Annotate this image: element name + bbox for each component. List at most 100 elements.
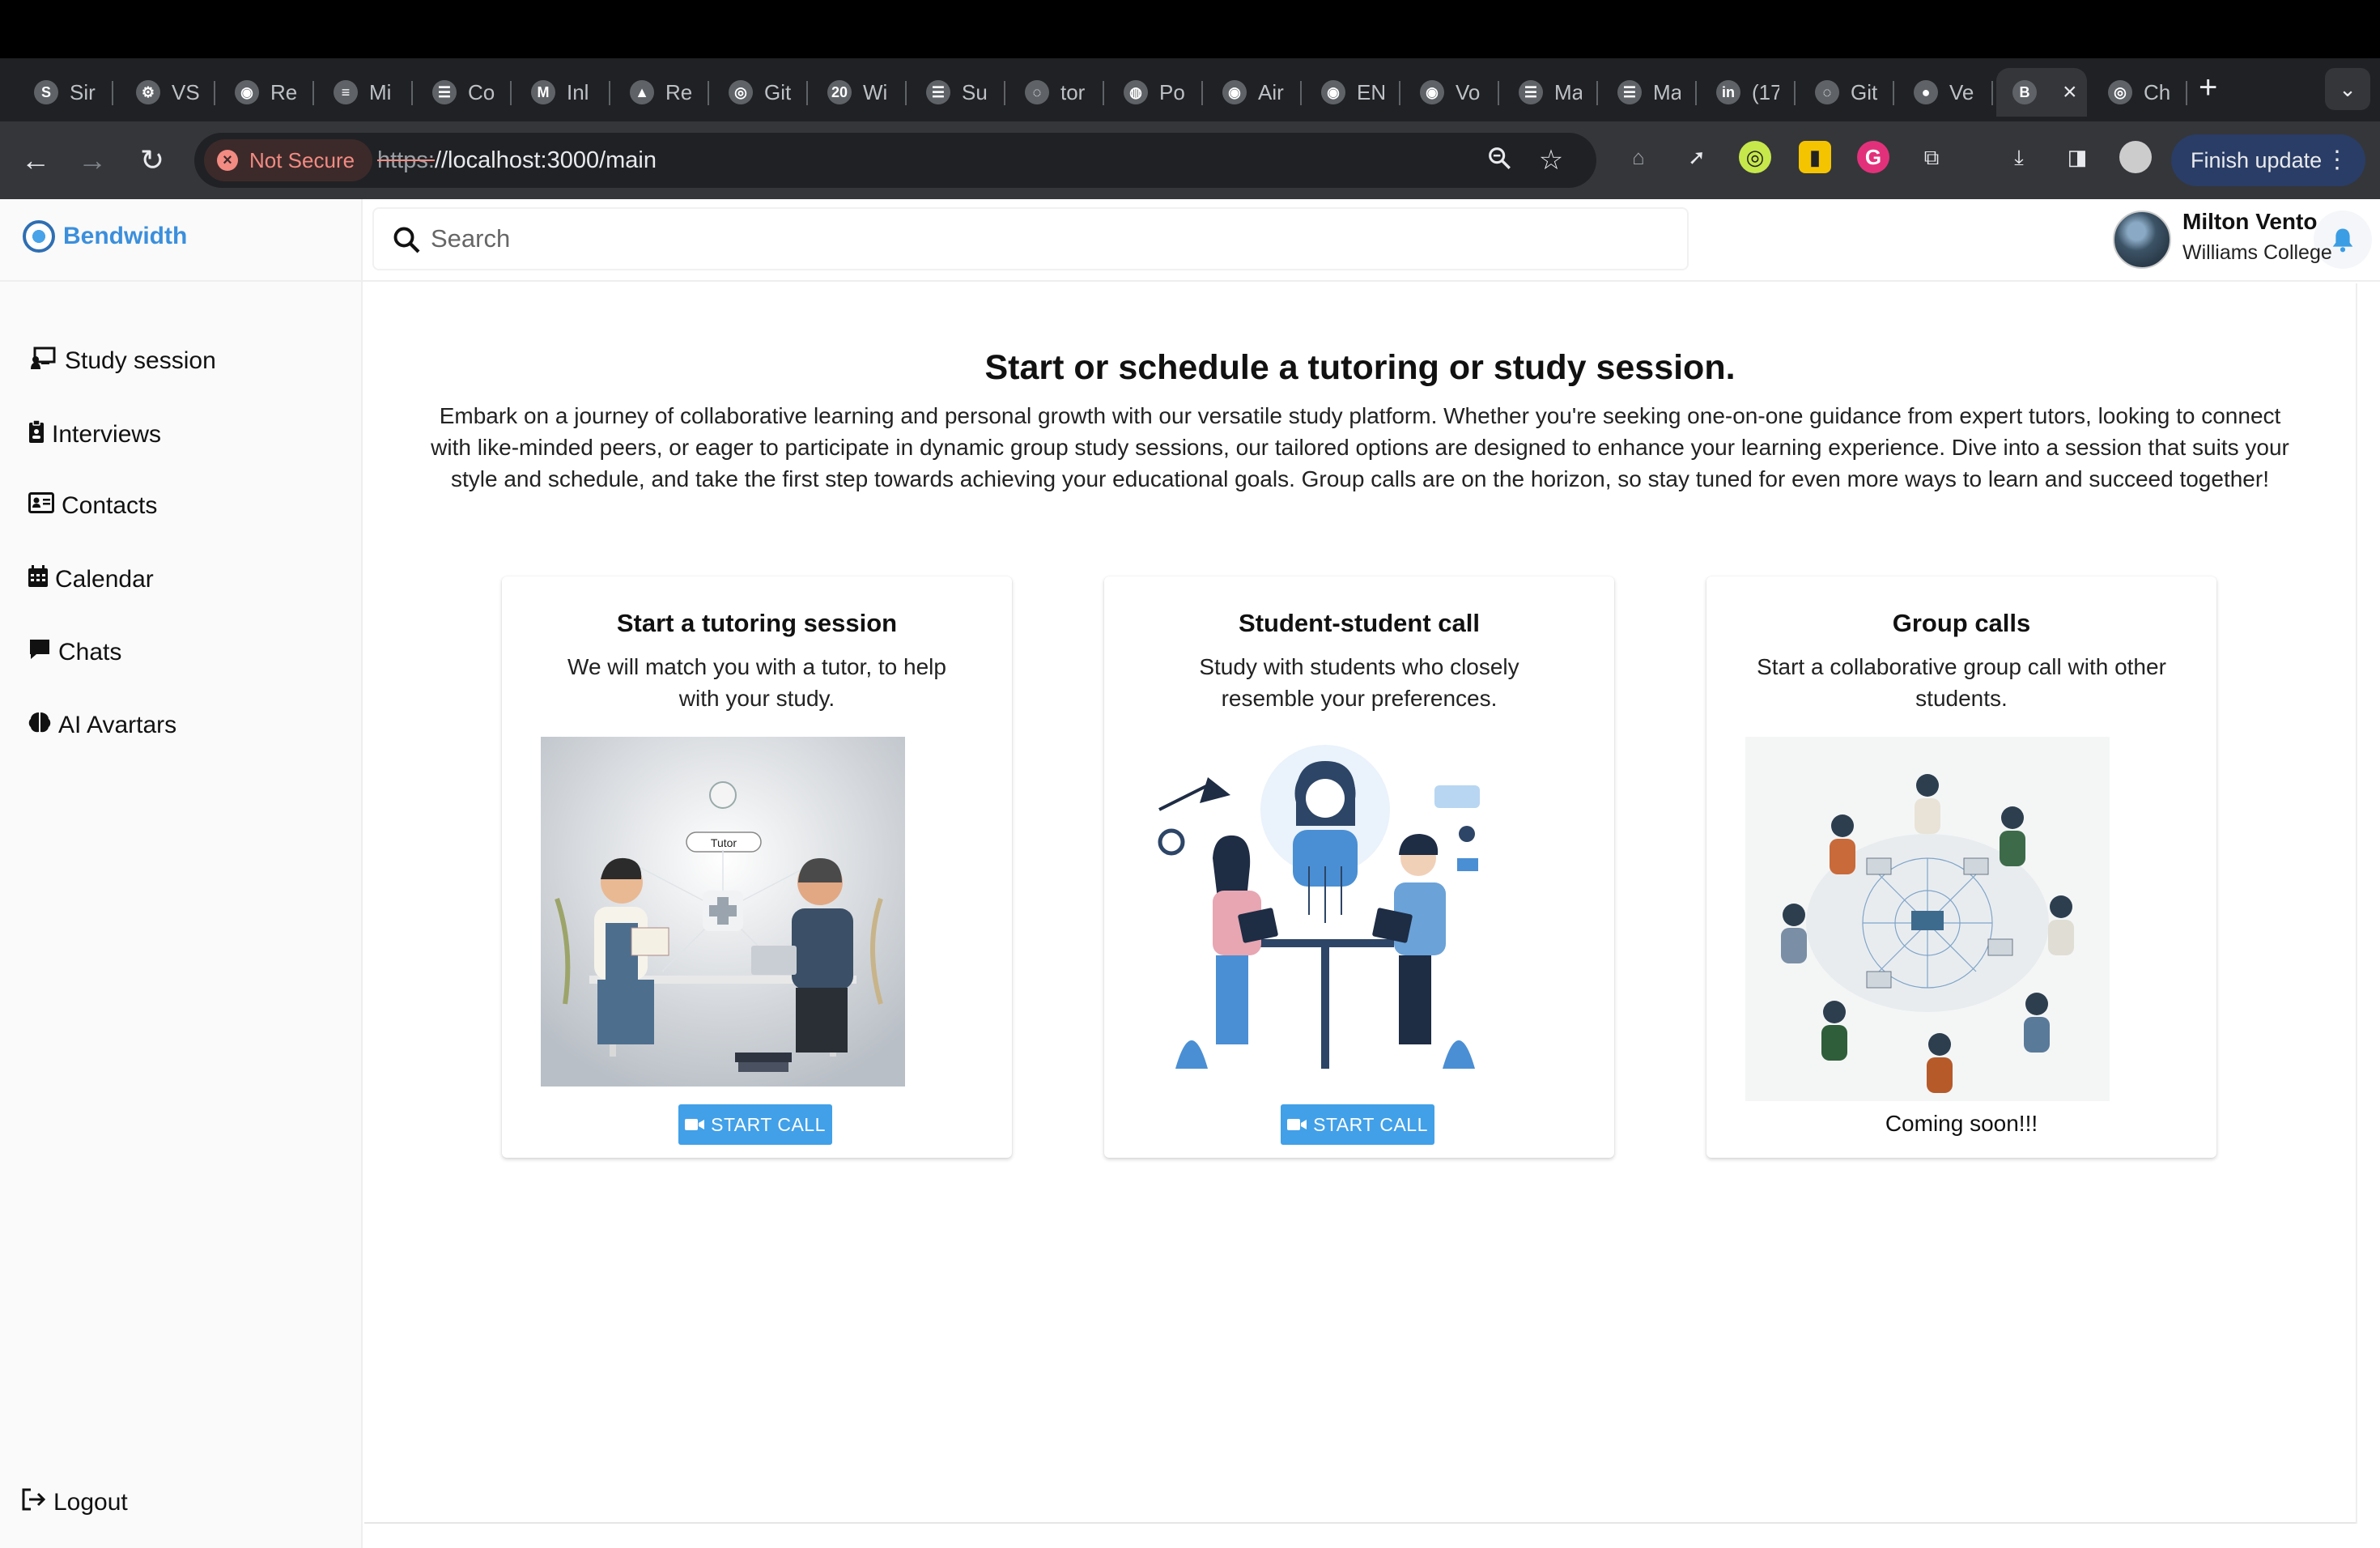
tab-label: Su (962, 79, 988, 104)
browser-tab[interactable]: ☰ Ma (1502, 68, 1598, 117)
avatar[interactable] (2113, 211, 2171, 269)
card-student-student-call: Student-student call Study with students… (1104, 576, 1614, 1158)
tab-label: Mi (369, 79, 392, 104)
tab-favicon-icon: ⚙ (136, 80, 160, 104)
more-menu-icon[interactable]: ⋮ (2325, 134, 2349, 186)
browser-tab[interactable]: ▲ Re (614, 68, 709, 117)
tab-label: Inl (567, 79, 589, 104)
tab-favicon-icon: in (1716, 80, 1740, 104)
tab-close-icon[interactable]: × (2063, 79, 2077, 106)
sidebar-item-label: Contacts (62, 492, 158, 519)
tab-separator (1300, 81, 1302, 105)
reload-icon[interactable]: ↻ (133, 141, 172, 180)
search-input[interactable] (431, 209, 1661, 269)
card-description: Study with students who closely resemble… (1199, 654, 1519, 711)
chart-extension-icon[interactable]: ▮ (1799, 141, 1831, 173)
tab-separator (411, 81, 413, 105)
tutor-caption: Tutor (711, 836, 737, 849)
tab-favicon-icon: S (34, 80, 58, 104)
grammarly-icon[interactable]: G (1857, 141, 1889, 173)
home-icon[interactable]: ⌂ (1622, 141, 1655, 173)
card-description: We will match you with a tutor, to help … (567, 654, 946, 711)
forward-icon[interactable]: → (73, 141, 112, 180)
browser-tab-strip: S Sir ⚙ VS ◉ Re ≡ Mi ☰ Co M Inl ▲ Re ◎ Git 20 Wi ☰ Su ◌ tor ◍ P… (0, 58, 2380, 121)
extensions-puzzle-icon[interactable]: ⧉ (1915, 141, 1948, 173)
browser-tab[interactable]: 20 Wi (811, 68, 907, 117)
start-student-call-button[interactable]: START CALL (1281, 1104, 1434, 1145)
tab-favicon-icon: ◉ (1222, 80, 1247, 104)
browser-tab[interactable]: ◉ Vo (1404, 68, 1499, 117)
browser-tab[interactable]: ◎ Git (712, 68, 808, 117)
tab-separator (1201, 81, 1203, 105)
tab-favicon-icon: ▲ (630, 80, 654, 104)
sidebar-item-contacts[interactable]: Contacts (28, 492, 157, 520)
browser-tab[interactable]: ☰ Su (910, 68, 1005, 117)
security-chip[interactable]: × Not Secure (204, 139, 373, 181)
tab-search-icon[interactable]: ⌄ (2325, 68, 2370, 110)
sidebar-item-study-session[interactable]: Study session (28, 347, 216, 376)
tab-separator (1399, 81, 1400, 105)
browser-tab[interactable]: ◌ tor (1009, 68, 1104, 117)
start-tutoring-call-button[interactable]: START CALL (678, 1104, 832, 1145)
browser-tab[interactable]: ◌ Git (1799, 68, 1894, 117)
new-tab-icon[interactable]: + (2199, 71, 2217, 104)
browser-tab[interactable]: ☰ Co (416, 68, 512, 117)
browser-tab[interactable]: ◉ Air (1206, 68, 1302, 117)
url-scheme: https: (377, 147, 435, 173)
sidebar-item-interviews[interactable]: Interviews (28, 419, 161, 450)
browser-tab[interactable]: ● Ve (1898, 68, 1993, 117)
button-label: START CALL (1313, 1113, 1428, 1135)
browser-tab[interactable]: B × (1996, 68, 2087, 117)
brand[interactable]: Bendwidth (23, 220, 187, 253)
browser-tab[interactable]: S Sir (18, 68, 113, 117)
tab-favicon-icon: ◉ (235, 80, 259, 104)
browser-tab[interactable]: in (17 (1700, 68, 1796, 117)
warning-icon: × (217, 150, 238, 171)
profile-avatar-icon[interactable] (2119, 141, 2152, 173)
card-title: Group calls (1892, 609, 2031, 637)
brand-name: Bendwidth (63, 223, 188, 249)
sidebar-item-chats[interactable]: Chats (28, 638, 121, 667)
browser-tab[interactable]: ◉ EN (1305, 68, 1400, 117)
target-extension-icon[interactable]: ◎ (1739, 141, 1771, 173)
video-camera-icon (685, 1119, 705, 1130)
group-call-illustration (1745, 737, 2110, 1101)
tab-label: (17 (1752, 79, 1779, 104)
tab-label: Ma (1554, 79, 1582, 104)
tab-label: Po (1159, 79, 1185, 104)
logout-label: Logout (53, 1489, 128, 1516)
browser-tab[interactable]: ◉ Re (219, 68, 314, 117)
study-session-icon (28, 347, 58, 376)
tab-label: Vo (1456, 79, 1481, 104)
back-icon[interactable]: ← (16, 141, 55, 180)
browser-tab[interactable]: ≡ Mi (317, 68, 413, 117)
browser-tab[interactable]: M Inl (515, 68, 610, 117)
url-text[interactable]: https://localhost:3000/main (377, 133, 657, 188)
sidebar-item-label: Calendar (55, 566, 154, 593)
browser-tab[interactable]: ☰ Ma (1601, 68, 1697, 117)
bookmark-star-icon[interactable]: ☆ (1535, 144, 1567, 176)
tab-label: Git (1851, 79, 1878, 104)
side-panel-icon[interactable]: ◨ (2061, 141, 2093, 173)
tab-label: VS (172, 79, 199, 104)
logout-button[interactable]: Logout (21, 1488, 128, 1517)
tab-label: Air (1258, 79, 1284, 104)
cursor-extension-icon[interactable]: ➚ (1681, 141, 1713, 173)
bell-icon (2332, 228, 2353, 253)
finish-update-label: Finish update (2191, 148, 2323, 172)
browser-tab[interactable]: ◍ Po (1107, 68, 1203, 117)
sidebar-item-calendar[interactable]: Calendar (28, 565, 154, 594)
sidebar-item-ai-avatars[interactable]: AI Avartars (28, 711, 176, 740)
finish-update-button[interactable]: Finish update ⋮ (2171, 134, 2365, 186)
page-title: Start or schedule a tutoring or study se… (984, 348, 1736, 387)
download-icon[interactable]: ⤓ (2003, 141, 2035, 173)
right-gutter (2356, 283, 2380, 1524)
tab-separator (214, 81, 215, 105)
address-bar[interactable]: × Not Secure https://localhost:3000/main… (194, 133, 1596, 188)
chat-icon (28, 638, 52, 667)
browser-tab[interactable]: ⚙ VS (120, 68, 215, 117)
tab-favicon-icon: ≡ (334, 80, 358, 104)
tab-separator (806, 81, 808, 105)
browser-tab[interactable]: ◎ Ch (2092, 68, 2187, 117)
zoom-icon[interactable] (1483, 144, 1515, 176)
